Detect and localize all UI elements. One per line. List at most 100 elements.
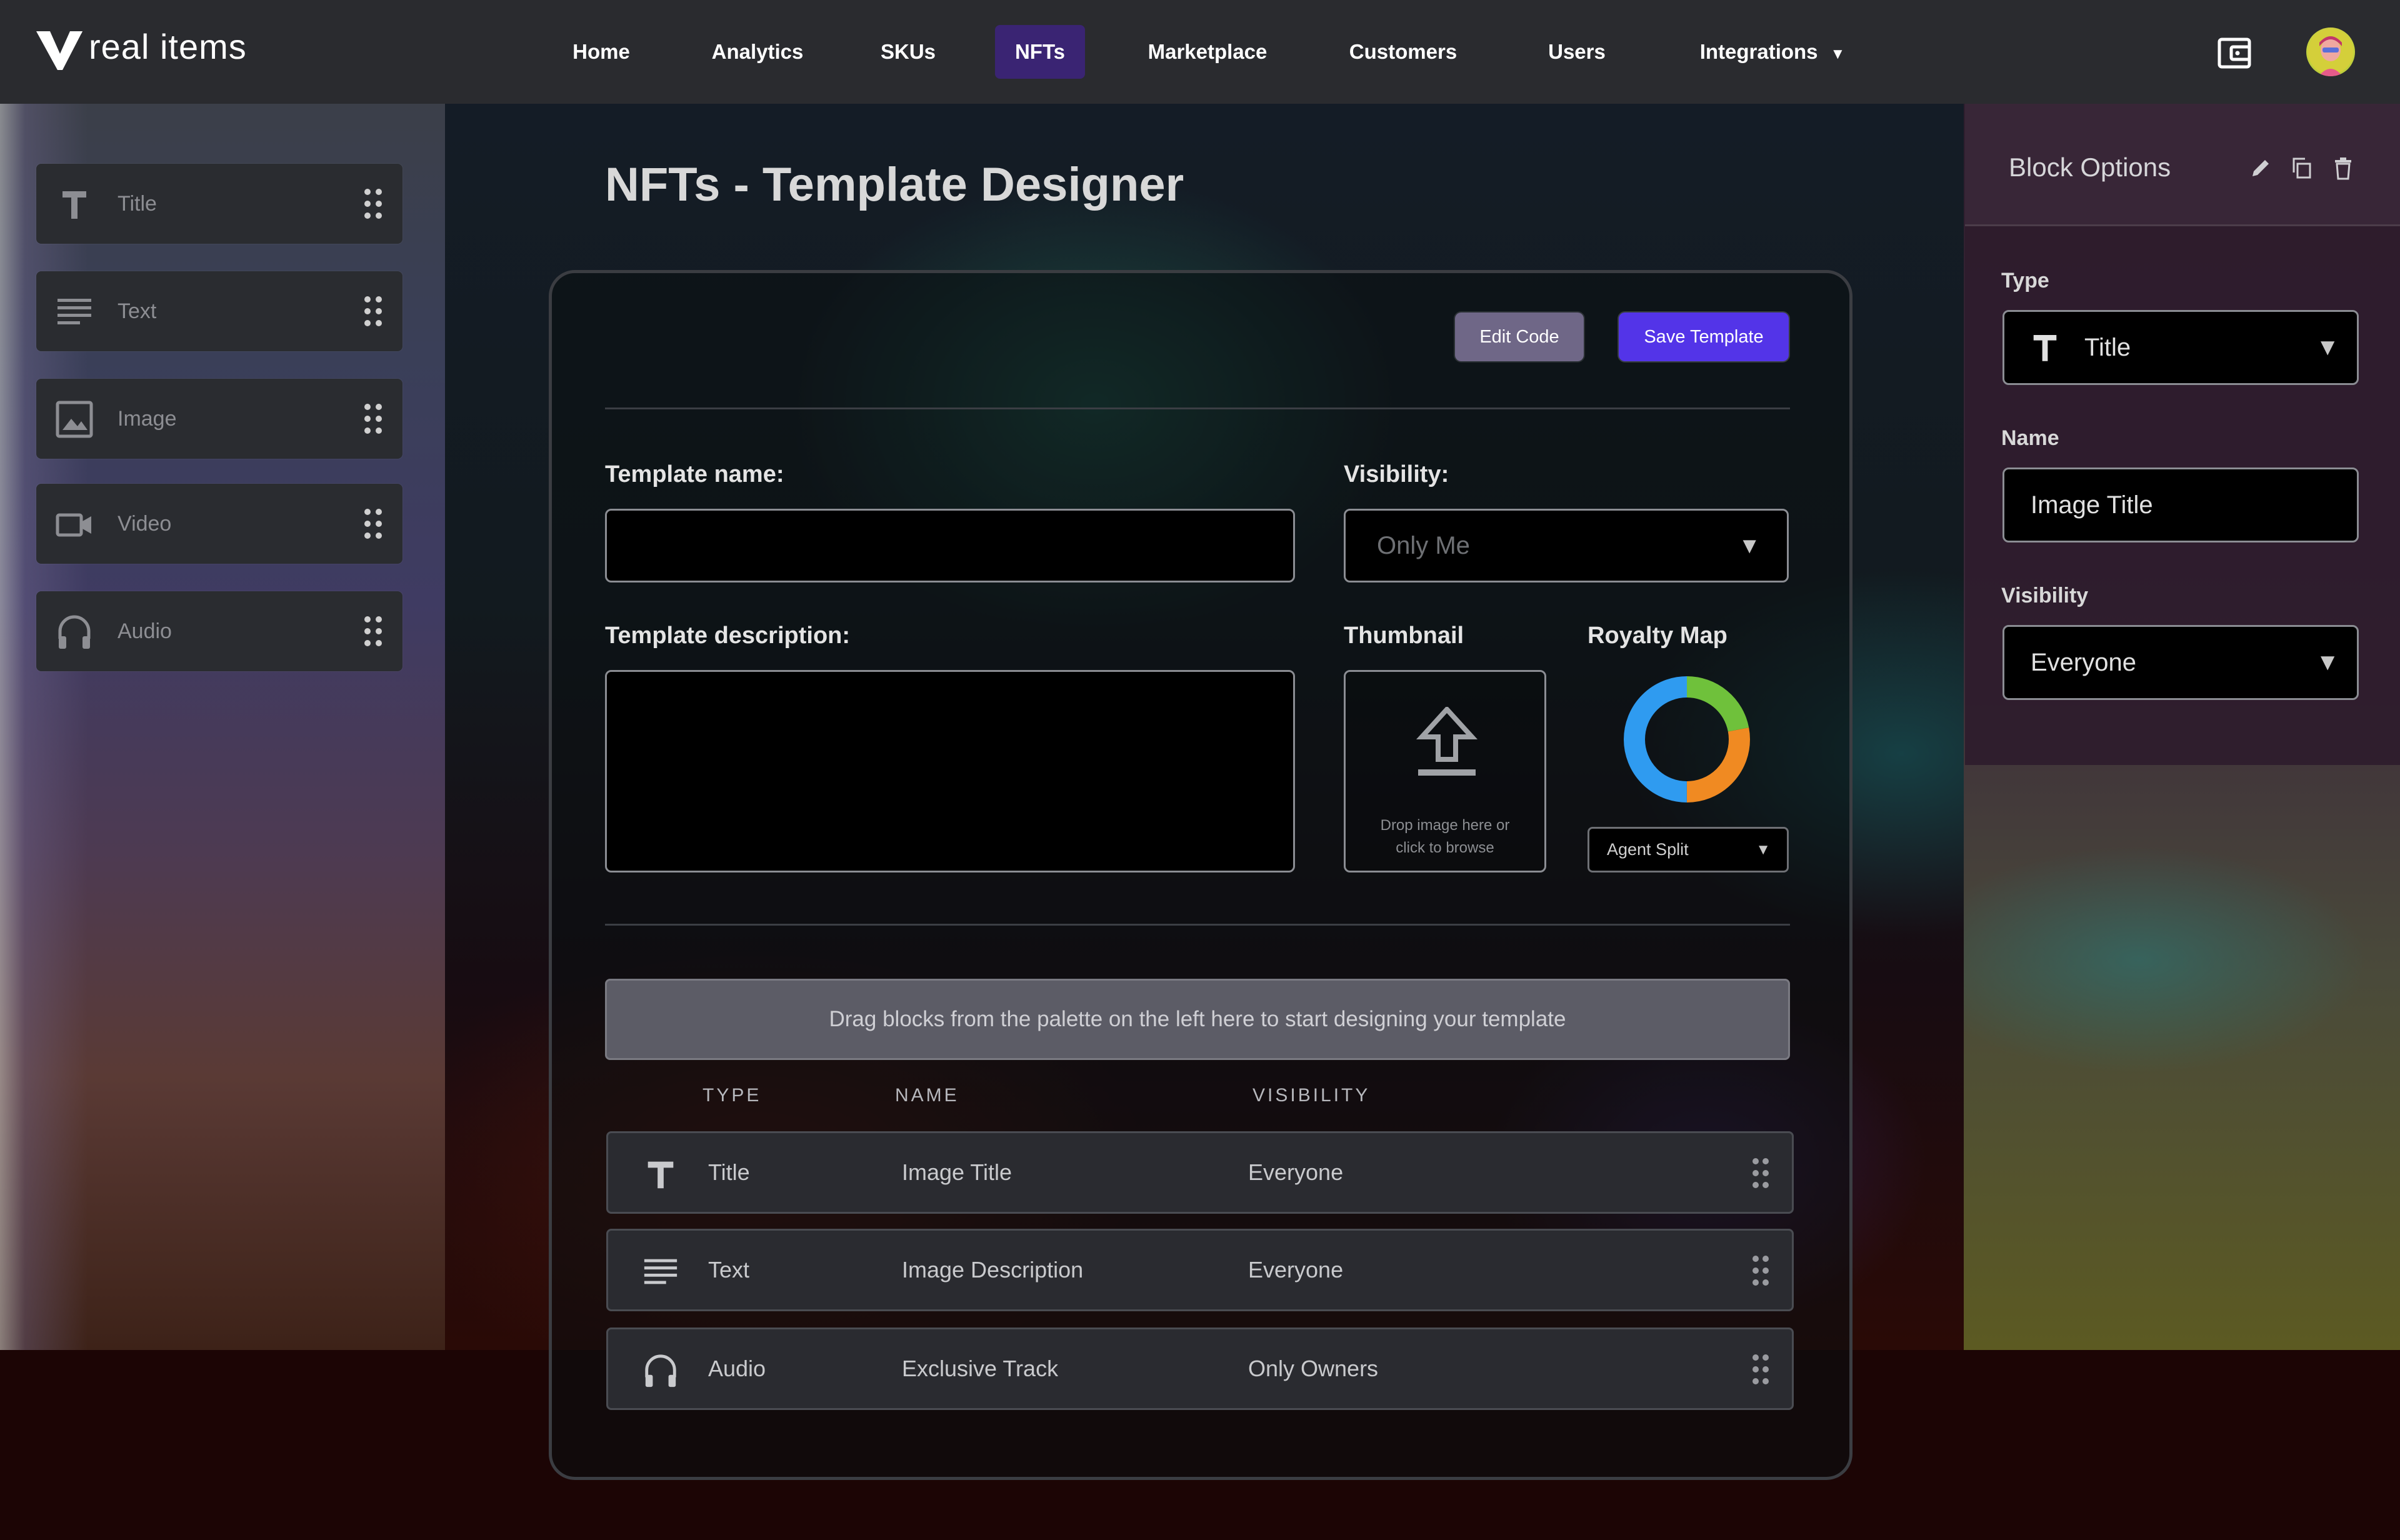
- chevron-down-icon: ▼: [2316, 334, 2339, 361]
- block-type-value: Title: [2084, 334, 2131, 361]
- palette-item-label: Audio: [118, 619, 172, 643]
- block-visibility-value: Everyone: [2031, 649, 2136, 676]
- user-avatar[interactable]: [2306, 28, 2355, 76]
- chevron-down-icon: ▼: [1738, 532, 1761, 558]
- chevron-down-icon: ▼: [2316, 649, 2339, 676]
- drag-handle-icon[interactable]: [362, 615, 384, 648]
- divider: [605, 924, 1790, 926]
- nav-skus-label: SKUs: [880, 40, 936, 63]
- block-type-label: Type: [2001, 269, 2049, 292]
- nav-item-nfts[interactable]: NFTs: [995, 25, 1085, 79]
- nav-item-users[interactable]: Users: [1522, 25, 1631, 79]
- column-header-name: NAME: [895, 1085, 959, 1106]
- block-row-visibility: Everyone: [1248, 1159, 1344, 1185]
- nav-users-label: Users: [1548, 40, 1606, 63]
- drag-handle-icon[interactable]: [1751, 1254, 1771, 1287]
- divider: [605, 408, 1790, 409]
- block-row-name: Exclusive Track: [902, 1356, 1059, 1381]
- video-camera-icon: [56, 513, 91, 537]
- palette-item-audio[interactable]: Audio: [36, 591, 402, 671]
- thumbnail-hint-line2: click to browse: [1396, 839, 1494, 856]
- palette-item-label: Video: [118, 512, 172, 536]
- save-template-button[interactable]: Save Template: [1619, 312, 1789, 361]
- block-name-label: Name: [2001, 426, 2059, 450]
- drag-handle-icon[interactable]: [362, 188, 384, 220]
- template-description-label: Template description:: [605, 622, 851, 649]
- drag-handle-icon[interactable]: [362, 508, 384, 540]
- visibility-select[interactable]: Only Me ▼: [1344, 509, 1789, 582]
- title-type-icon: [648, 1161, 674, 1189]
- block-row[interactable]: Title Image Title Everyone: [606, 1131, 1794, 1214]
- palette-item-label: Image: [118, 407, 177, 431]
- headphones-icon: [645, 1354, 676, 1388]
- template-name-label: Template name:: [605, 461, 784, 488]
- real-items-logo-icon[interactable]: [35, 29, 84, 72]
- template-name-input[interactable]: [605, 509, 1295, 582]
- edit-code-button[interactable]: Edit Code: [1455, 312, 1584, 361]
- palette-item-video[interactable]: Video: [36, 484, 402, 564]
- royalty-split-select[interactable]: Agent Split ▼: [1588, 827, 1789, 872]
- visibility-select-value: Only Me: [1377, 532, 1470, 559]
- title-type-icon: [62, 191, 86, 219]
- palette-item-image[interactable]: Image: [36, 379, 402, 459]
- nav-item-home[interactable]: Home: [552, 25, 650, 79]
- wallet-icon[interactable]: [2218, 38, 2251, 69]
- nav-item-marketplace[interactable]: Marketplace: [1131, 25, 1284, 79]
- edit-pencil-icon[interactable]: [2249, 156, 2272, 180]
- palette-item-title[interactable]: Title: [36, 164, 402, 244]
- text-lines-icon: [644, 1259, 678, 1284]
- visibility-label: Visibility:: [1344, 461, 1449, 488]
- block-visibility-label: Visibility: [2001, 584, 2089, 608]
- upload-arrow-icon: [1416, 707, 1478, 776]
- nav-item-customers[interactable]: Customers: [1332, 25, 1474, 79]
- block-row-name: Image Title: [902, 1159, 1012, 1185]
- drag-handle-icon[interactable]: [1751, 1353, 1771, 1386]
- copy-icon[interactable]: [2290, 156, 2314, 180]
- text-lines-icon: [58, 299, 91, 324]
- nav-item-skus[interactable]: SKUs: [868, 25, 949, 79]
- column-header-type: TYPE: [702, 1085, 762, 1106]
- thumbnail-dropzone[interactable]: Drop image here or click to browse: [1344, 670, 1546, 872]
- block-row-type: Text: [708, 1257, 750, 1282]
- block-drop-zone[interactable]: Drag blocks from the palette on the left…: [605, 979, 1790, 1060]
- nav-analytics-label: Analytics: [711, 40, 804, 63]
- drag-handle-icon[interactable]: [1751, 1157, 1771, 1189]
- block-row[interactable]: Text Image Description Everyone: [606, 1229, 1794, 1311]
- royalty-split-value: Agent Split: [1607, 840, 1689, 859]
- block-options-title: Block Options: [2009, 152, 2171, 182]
- block-visibility-select[interactable]: Everyone ▼: [2002, 625, 2359, 700]
- thumbnail-hint-line1: Drop image here or: [1380, 817, 1510, 834]
- nav-marketplace-label: Marketplace: [1148, 40, 1268, 63]
- block-row-visibility: Everyone: [1248, 1257, 1344, 1282]
- nav-customers-label: Customers: [1349, 40, 1458, 63]
- block-name-input[interactable]: [2002, 468, 2359, 542]
- block-row[interactable]: Audio Exclusive Track Only Owners: [606, 1328, 1794, 1410]
- trash-icon[interactable]: [2331, 156, 2355, 180]
- royalty-donut-chart[interactable]: [1621, 674, 1752, 805]
- royalty-map-label: Royalty Map: [1588, 622, 1728, 649]
- block-row-visibility: Only Owners: [1248, 1356, 1379, 1381]
- block-row-type: Title: [708, 1159, 750, 1185]
- drag-handle-icon[interactable]: [362, 295, 384, 328]
- title-type-icon: [2033, 334, 2057, 361]
- nav-nfts-label: NFTs: [1014, 40, 1066, 63]
- logo-text[interactable]: real items: [89, 26, 247, 67]
- page-title: NFTs - Template Designer: [605, 158, 1184, 211]
- nav-item-analytics[interactable]: Analytics: [698, 25, 818, 79]
- chevron-down-icon: ▼: [1756, 841, 1771, 858]
- column-header-visibility: VISIBILITY: [1252, 1085, 1371, 1106]
- nav-item-integrations[interactable]: Integrations ▼: [1685, 25, 1860, 79]
- thumbnail-hint: Drop image here or click to browse: [1346, 814, 1544, 859]
- block-row-type: Audio: [708, 1356, 766, 1381]
- palette-item-label: Text: [118, 299, 157, 323]
- nav-home-label: Home: [572, 40, 630, 63]
- chevron-down-icon: ▼: [1830, 46, 1846, 62]
- block-row-name: Image Description: [902, 1257, 1084, 1282]
- block-type-select[interactable]: Title ▼: [2002, 310, 2359, 385]
- palette-item-label: Title: [118, 192, 157, 216]
- nav-integrations-label: Integrations: [1699, 40, 1818, 63]
- image-icon: [56, 401, 93, 438]
- drag-handle-icon[interactable]: [362, 402, 384, 435]
- palette-item-text[interactable]: Text: [36, 271, 402, 351]
- template-description-textarea[interactable]: [605, 670, 1295, 872]
